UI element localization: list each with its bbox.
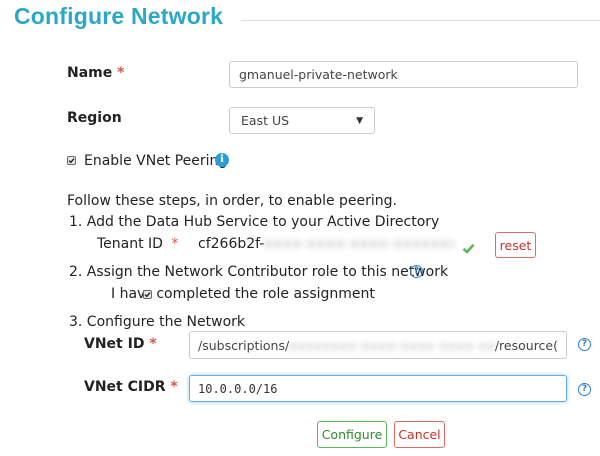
- checkmark-icon: [144, 291, 151, 297]
- enable-peering-checkbox[interactable]: [67, 156, 76, 165]
- info-icon[interactable]: i: [215, 153, 229, 167]
- cancel-button[interactable]: Cancel: [394, 421, 445, 448]
- help-icon-vnet-id[interactable]: ?: [578, 338, 591, 351]
- name-label-text: Name: [67, 65, 113, 81]
- step3-label: 3. Configure the Network: [69, 314, 245, 330]
- role-confirm-text-end: completed the role assignment: [156, 286, 375, 302]
- tenant-id-label-text: Tenant ID: [97, 236, 163, 252]
- help-icon-vnet-cidr[interactable]: ?: [578, 383, 591, 396]
- title-divider: [241, 20, 600, 21]
- configure-button[interactable]: Configure: [317, 421, 387, 448]
- required-mark: *: [149, 336, 157, 352]
- enable-peering-label: Enable VNet Peering: [84, 153, 228, 169]
- vnet-cidr-label: VNet CIDR *: [84, 379, 178, 395]
- step2-label: 2. Assign the Network Contributor role t…: [69, 264, 449, 280]
- required-mark: *: [171, 236, 179, 252]
- help-icon-role[interactable]: ?: [410, 265, 423, 278]
- vnet-cidr-label-text: VNet CIDR: [84, 379, 166, 395]
- tenant-id-label: Tenant ID *: [97, 236, 178, 252]
- vnet-id-input[interactable]: /subscriptions/ xxxxxxxx-xxxx-xxxx-xxxx-…: [189, 331, 567, 359]
- checkmark-icon: [68, 158, 75, 164]
- role-assignment-checkbox[interactable]: [143, 289, 153, 299]
- tenant-id-visible: cf266b2f-: [198, 236, 265, 252]
- region-select[interactable]: East US ▼: [229, 107, 375, 134]
- step1-label: 1. Add the Data Hub Service to your Acti…: [69, 214, 440, 230]
- role-confirm-text-start: I hav: [111, 286, 146, 302]
- vnet-id-redacted: xxxxxxxx-xxxx-xxxx-xxxx-xxxxxxxx: [289, 337, 495, 353]
- vnet-cidr-input[interactable]: 10.0.0.0/16: [189, 375, 567, 402]
- name-input-value: gmanuel-private-network: [239, 67, 398, 82]
- vnet-id-prefix: /subscriptions/: [198, 337, 290, 353]
- chevron-down-icon: ▼: [356, 115, 363, 126]
- region-label: Region: [67, 110, 122, 126]
- name-input[interactable]: gmanuel-private-network: [229, 61, 578, 88]
- steps-intro: Follow these steps, in order, to enable …: [67, 193, 397, 209]
- region-selected-value: East US: [241, 113, 290, 128]
- tenant-id-redacted: xxxx-xxxx-xxxx-xxxxxxxxxxxx: [264, 236, 454, 252]
- vnet-cidr-value: 10.0.0.0/16: [198, 381, 278, 396]
- page-title: Configure Network: [14, 3, 224, 29]
- tenant-id-value: cf266b2f- xxxx-xxxx-xxxx-xxxxxxxxxxxx: [198, 236, 454, 252]
- check-icon: [462, 239, 475, 258]
- role-confirm-row: I hav completed the role assignment: [111, 286, 375, 302]
- vnet-id-suffix: /resource(: [494, 337, 558, 353]
- vnet-id-label: VNet ID *: [84, 336, 157, 352]
- vnet-id-label-text: VNet ID: [84, 336, 145, 352]
- required-mark: *: [170, 379, 178, 395]
- required-mark: *: [117, 65, 125, 81]
- reset-button[interactable]: reset: [495, 232, 536, 258]
- name-label: Name *: [67, 65, 124, 81]
